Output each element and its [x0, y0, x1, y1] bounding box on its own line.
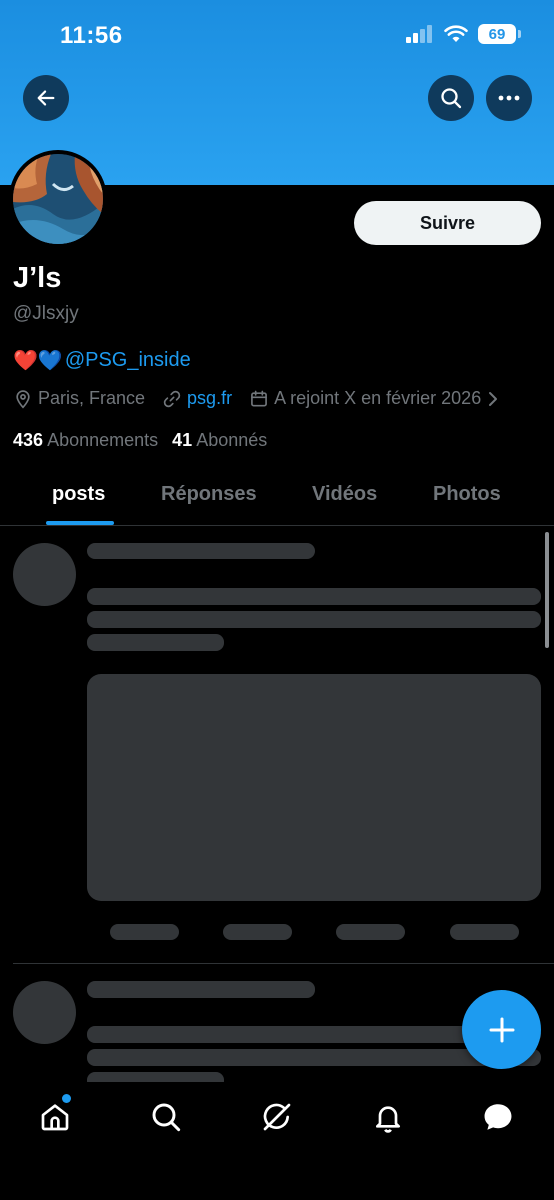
skeleton-media	[87, 674, 541, 901]
plus-icon	[489, 1017, 514, 1042]
display-name: J’ls	[13, 262, 62, 294]
scrollbar[interactable]	[545, 532, 549, 648]
followers-link[interactable]: 41 Abonnés	[172, 430, 267, 451]
nav-search[interactable]	[149, 1100, 183, 1134]
following-label: Abonnements	[47, 430, 159, 450]
nav-notifications[interactable]	[371, 1100, 405, 1134]
profile-tabs: posts Réponses Vidéos Photos	[0, 466, 554, 526]
nav-messages[interactable]	[481, 1100, 515, 1134]
joined-text: A rejoint X en février 2026	[274, 388, 482, 408]
avatar[interactable]	[9, 150, 107, 248]
tab-videos[interactable]: Vidéos	[312, 483, 377, 506]
skeleton-action	[336, 924, 405, 940]
skeleton-action	[450, 924, 519, 940]
nav-home[interactable]	[38, 1100, 72, 1134]
following-count: 436	[13, 430, 44, 450]
back-button[interactable]	[23, 75, 69, 121]
tab-replies[interactable]: Réponses	[161, 483, 257, 506]
map-pin-icon	[16, 389, 30, 409]
skeleton-line	[87, 634, 224, 651]
website-link[interactable]: psg.fr	[187, 388, 232, 409]
status-icons: 69	[406, 24, 521, 44]
nav-grok[interactable]	[260, 1100, 294, 1134]
followers-label: Abonnés	[196, 430, 268, 450]
followers-count: 41	[172, 430, 193, 450]
calendar-icon	[251, 390, 267, 406]
tab-photos[interactable]: Photos	[433, 483, 501, 506]
bio-emojis: ❤️💙	[13, 350, 63, 372]
skeleton-line	[87, 611, 541, 628]
status-time: 11:56	[60, 22, 123, 49]
website-item[interactable]: psg.fr	[162, 388, 232, 409]
post-divider	[13, 963, 554, 964]
bio: ❤️💙 @PSG_inside	[13, 348, 191, 373]
search-icon	[441, 88, 462, 109]
compose-button[interactable]	[462, 990, 541, 1069]
tab-posts[interactable]: posts	[52, 483, 105, 506]
chevron-right-icon	[489, 391, 498, 406]
grok-icon	[263, 1103, 291, 1131]
search-button[interactable]	[428, 75, 474, 121]
avatar-image	[13, 154, 103, 244]
bio-mention-link[interactable]: @PSG_inside	[65, 349, 191, 372]
more-icon	[498, 95, 520, 101]
skeleton-action	[110, 924, 179, 940]
home-notification-dot	[62, 1094, 71, 1103]
more-button[interactable]	[486, 75, 532, 121]
skeleton-line	[87, 981, 315, 998]
chat-icon	[484, 1104, 512, 1130]
user-handle: @Jlsxjy	[13, 303, 79, 324]
skeleton-line	[87, 588, 541, 605]
arrow-left-icon	[37, 90, 55, 106]
wifi-icon	[444, 25, 468, 42]
skeleton-avatar	[13, 543, 76, 606]
search-icon	[152, 1103, 181, 1132]
battery-level: 69	[488, 25, 506, 43]
skeleton-avatar	[13, 981, 76, 1044]
location-item: Paris, France	[13, 388, 145, 409]
signal-icon	[406, 25, 432, 43]
bell-icon	[376, 1106, 400, 1133]
joined-item[interactable]: A rejoint X en février 2026	[249, 388, 500, 409]
bottom-nav	[0, 1082, 554, 1200]
skeleton-action	[223, 924, 292, 940]
profile-meta: Paris, France psg.fr A rejoint X en févr…	[13, 388, 517, 409]
active-tab-indicator	[46, 521, 114, 525]
follow-button[interactable]: Suivre	[354, 201, 541, 245]
battery-indicator: 69	[478, 24, 521, 44]
location-text: Paris, France	[38, 388, 146, 408]
following-link[interactable]: 436 Abonnements	[13, 430, 158, 451]
skeleton-line	[87, 543, 315, 559]
follow-counts: 436 Abonnements 41 Abonnés	[13, 430, 267, 451]
link-icon	[163, 390, 181, 407]
home-icon	[41, 1104, 69, 1131]
